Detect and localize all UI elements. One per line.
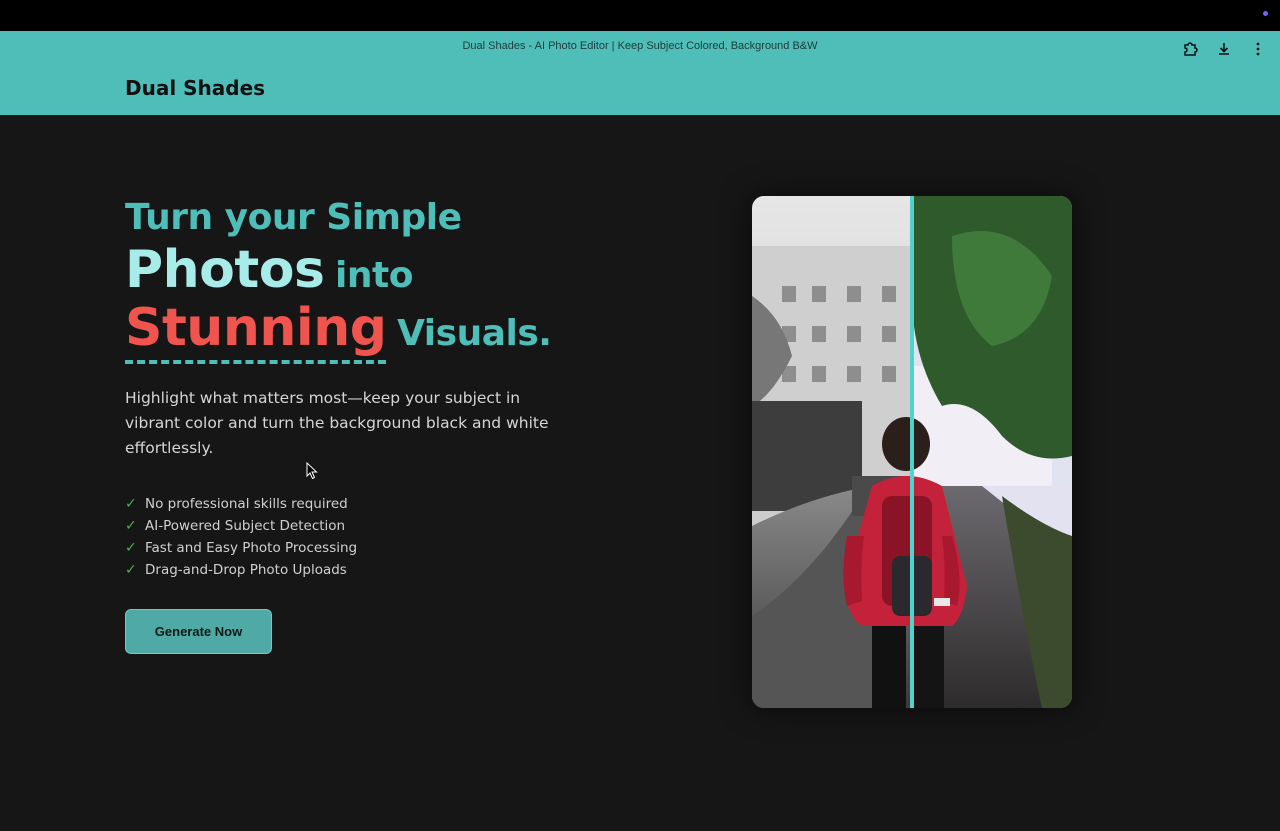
browser-header: Dual Shades - AI Photo Editor | Keep Sub… xyxy=(0,31,1280,115)
generate-now-button[interactable]: Generate Now xyxy=(125,609,272,654)
feature-item: ✓ Drag-and-Drop Photo Uploads xyxy=(125,559,625,581)
site-logo[interactable]: Dual Shades xyxy=(125,76,265,100)
hero-section: Turn your Simple Photos into Stunning Vi… xyxy=(125,200,625,581)
compare-divider xyxy=(910,196,914,708)
window-title: Dual Shades - AI Photo Editor | Keep Sub… xyxy=(462,40,818,52)
headline-photos-word: Photos xyxy=(125,240,325,300)
feature-list: ✓ No professional skills required ✓ AI-Pow… xyxy=(125,493,625,581)
headline-stunning-word: Stunning xyxy=(125,302,387,364)
browser-actions xyxy=(1180,39,1268,59)
hero-subtext: Highlight what matters most—keep your su… xyxy=(125,389,549,457)
headline-into-word: into xyxy=(335,255,413,296)
feature-label: AI-Powered Subject Detection xyxy=(145,518,346,534)
headline-line-3: Stunning Visuals. xyxy=(125,302,625,364)
hero-headline: Turn your Simple Photos into Stunning Vi… xyxy=(125,200,625,364)
feature-item: ✓ No professional skills required xyxy=(125,493,625,515)
os-menu-bar xyxy=(0,0,1280,31)
extension-icon[interactable] xyxy=(1180,39,1200,59)
headline-visuals-word: Visuals. xyxy=(397,313,552,354)
feature-label: Fast and Easy Photo Processing xyxy=(145,540,358,556)
mouse-cursor-icon xyxy=(306,461,318,484)
feature-item: ✓ Fast and Easy Photo Processing xyxy=(125,537,625,559)
feature-label: No professional skills required xyxy=(145,496,348,512)
download-icon[interactable] xyxy=(1214,39,1234,59)
status-dot-icon xyxy=(1263,11,1268,16)
preview-image xyxy=(752,196,1072,708)
feature-item: ✓ AI-Powered Subject Detection xyxy=(125,515,625,537)
feature-label: Drag-and-Drop Photo Uploads xyxy=(145,562,347,578)
headline-line-1: Turn your Simple xyxy=(125,197,462,238)
more-menu-icon[interactable] xyxy=(1248,39,1268,59)
before-after-preview[interactable] xyxy=(752,196,1072,708)
check-icon: ✓ xyxy=(125,496,137,512)
headline-line-2: Photos into xyxy=(125,244,625,296)
check-icon: ✓ xyxy=(125,562,137,578)
check-icon: ✓ xyxy=(125,540,137,556)
check-icon: ✓ xyxy=(125,518,137,534)
